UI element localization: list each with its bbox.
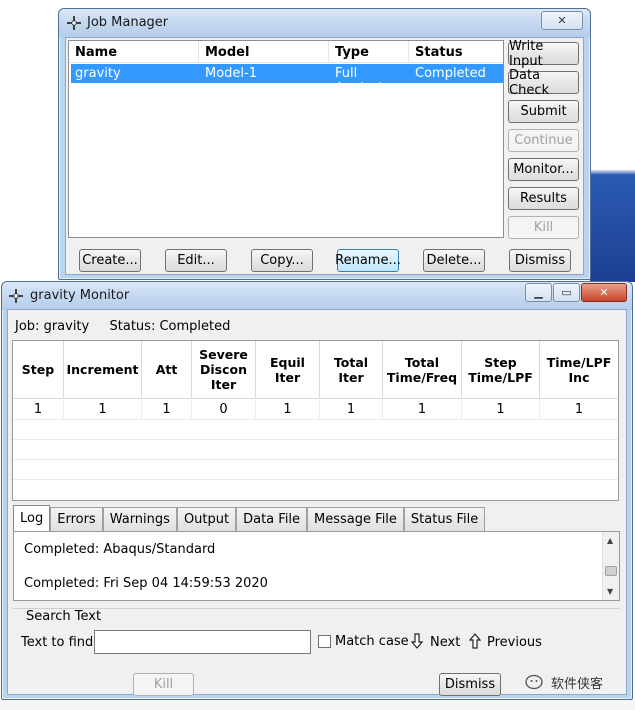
minimize-icon: ▁ [534,286,543,299]
previous-button[interactable]: Previous [487,635,542,650]
monitor-button[interactable]: Monitor... [508,158,579,181]
cell: 1 [64,400,142,419]
col-total-time-freq: Total Time/Freq [383,341,462,398]
cell: 1 [142,400,192,419]
abaqus-cross-icon [9,289,23,303]
desktop-background-right [590,0,635,282]
col-increment: Increment [64,341,142,398]
cell: 1 [462,400,540,419]
watermark: 软件侠客 [525,673,603,692]
delete-button[interactable]: Delete... [423,249,485,272]
cell: 1 [320,400,383,419]
submit-button[interactable]: Submit [508,100,579,123]
kill-button[interactable]: Kill [508,216,579,239]
arrow-down-icon[interactable] [411,633,423,649]
column-header-model[interactable]: Model [199,41,329,62]
column-header-name[interactable]: Name [69,41,199,62]
rename-button[interactable]: Rename... [335,249,401,272]
maximize-icon: ▭ [561,286,572,299]
close-icon: ✕ [557,14,567,27]
tab-output[interactable]: Output [176,507,237,531]
log-line: Completed: Abaqus/Standard [24,542,216,557]
data-check-button[interactable]: Data Check [508,68,579,98]
cell: 1 [574,402,584,417]
window-title: gravity Monitor [30,288,130,303]
job-value: gravity [43,319,90,334]
edit-button[interactable]: Edit... [165,249,227,272]
results-button[interactable]: Results [508,187,579,210]
dismiss-button[interactable]: Dismiss [509,249,571,272]
job-label: Job: [15,319,40,334]
table-row-empty [13,460,618,480]
desktop-bottom-strip [0,700,635,710]
scroll-down-icon[interactable]: ▼ [607,587,613,596]
close-button[interactable]: ✕ [581,283,627,302]
find-label: Text to find: [21,635,98,650]
close-icon: ✕ [599,286,609,299]
job-manager-titlebar[interactable]: Job Manager ✕ [59,9,590,37]
maximize-button[interactable]: ▭ [553,283,580,302]
scroll-up-icon[interactable]: ▲ [607,536,613,545]
col-att: Att [142,341,192,398]
table-row-empty [13,440,618,460]
copy-button[interactable]: Copy... [251,249,313,272]
desktop-background [0,0,58,282]
watermark-text: 软件侠客 [551,677,604,692]
monitor-kill-button[interactable]: Kill [133,673,194,696]
col-severe-discon-iter: Severe Discon Iter [192,341,256,398]
job-status: Completed [415,66,486,81]
output-tabs: Log Errors Warnings Output Data File Mes… [13,505,486,531]
cell: 1 [13,400,64,419]
col-time-lpf-inc: Time/LPF Inc [546,354,612,385]
status-label: Status: [109,319,156,334]
arrow-up-icon[interactable] [469,633,481,649]
match-case-label[interactable]: Match case [335,634,409,649]
progress-table[interactable]: Step Increment Att Severe Discon Iter Eq… [12,340,619,501]
tab-warnings[interactable]: Warnings [102,507,177,531]
log-scrollbar[interactable]: ▲ ▼ [602,532,619,600]
table-row-empty [13,420,618,440]
cell: 0 [192,400,256,419]
col-total-iter: Total Iter [320,341,383,398]
table-row: 1 1 1 0 1 1 1 1 1 [13,400,618,420]
col-step: Step [13,341,64,398]
monitor-titlebar[interactable]: gravity Monitor ▁ ▭ ✕ [2,282,632,310]
abaqus-cross-icon [67,16,81,30]
cell: 1 [383,400,462,419]
job-list[interactable]: Name Model Type Status gravity Model-1 F… [68,40,504,238]
close-button[interactable]: ✕ [541,11,583,30]
tab-errors[interactable]: Errors [50,507,103,531]
job-info: Job: gravity Status: Completed [15,319,230,334]
match-case-checkbox[interactable] [318,635,331,648]
search-group-label: Search Text [24,609,104,624]
progress-table-header: Step Increment Att Severe Discon Iter Eq… [13,341,618,399]
tab-log[interactable]: Log [13,505,51,531]
minimize-button[interactable]: ▁ [525,283,552,302]
tab-data-file[interactable]: Data File [236,507,308,531]
column-header-status[interactable]: Status [409,41,503,62]
window-title: Job Manager [87,15,169,30]
job-row-selected[interactable]: gravity Model-1 Full Analysis Completed [71,64,503,96]
tab-status-file[interactable]: Status File [403,507,486,531]
column-header-type[interactable]: Type [329,41,409,62]
col-step-time-lpf: Step Time/LPF [462,341,540,398]
wechat-logo-icon [525,674,543,689]
job-name: gravity [75,66,121,81]
log-line: Completed: Fri Sep 04 14:59:53 2020 [24,576,268,591]
log-text-area[interactable]: Completed: Abaqus/Standard Completed: Fr… [13,531,620,601]
search-input[interactable] [94,630,311,654]
cell: 1 [256,400,320,419]
job-list-header: Name Model Type Status [69,41,503,63]
col-equil-iter: Equil Iter [256,341,320,398]
next-button[interactable]: Next [430,635,460,650]
status-value: Completed [159,319,231,334]
continue-button[interactable]: Continue [508,129,579,152]
tab-message-file[interactable]: Message File [307,507,404,531]
scroll-thumb[interactable] [605,566,617,576]
create-button[interactable]: Create... [79,249,141,272]
write-input-button[interactable]: Write Input [508,39,579,69]
job-type: Full Analysis [335,66,389,96]
job-model: Model-1 [205,66,257,81]
monitor-dismiss-button[interactable]: Dismiss [439,673,501,696]
